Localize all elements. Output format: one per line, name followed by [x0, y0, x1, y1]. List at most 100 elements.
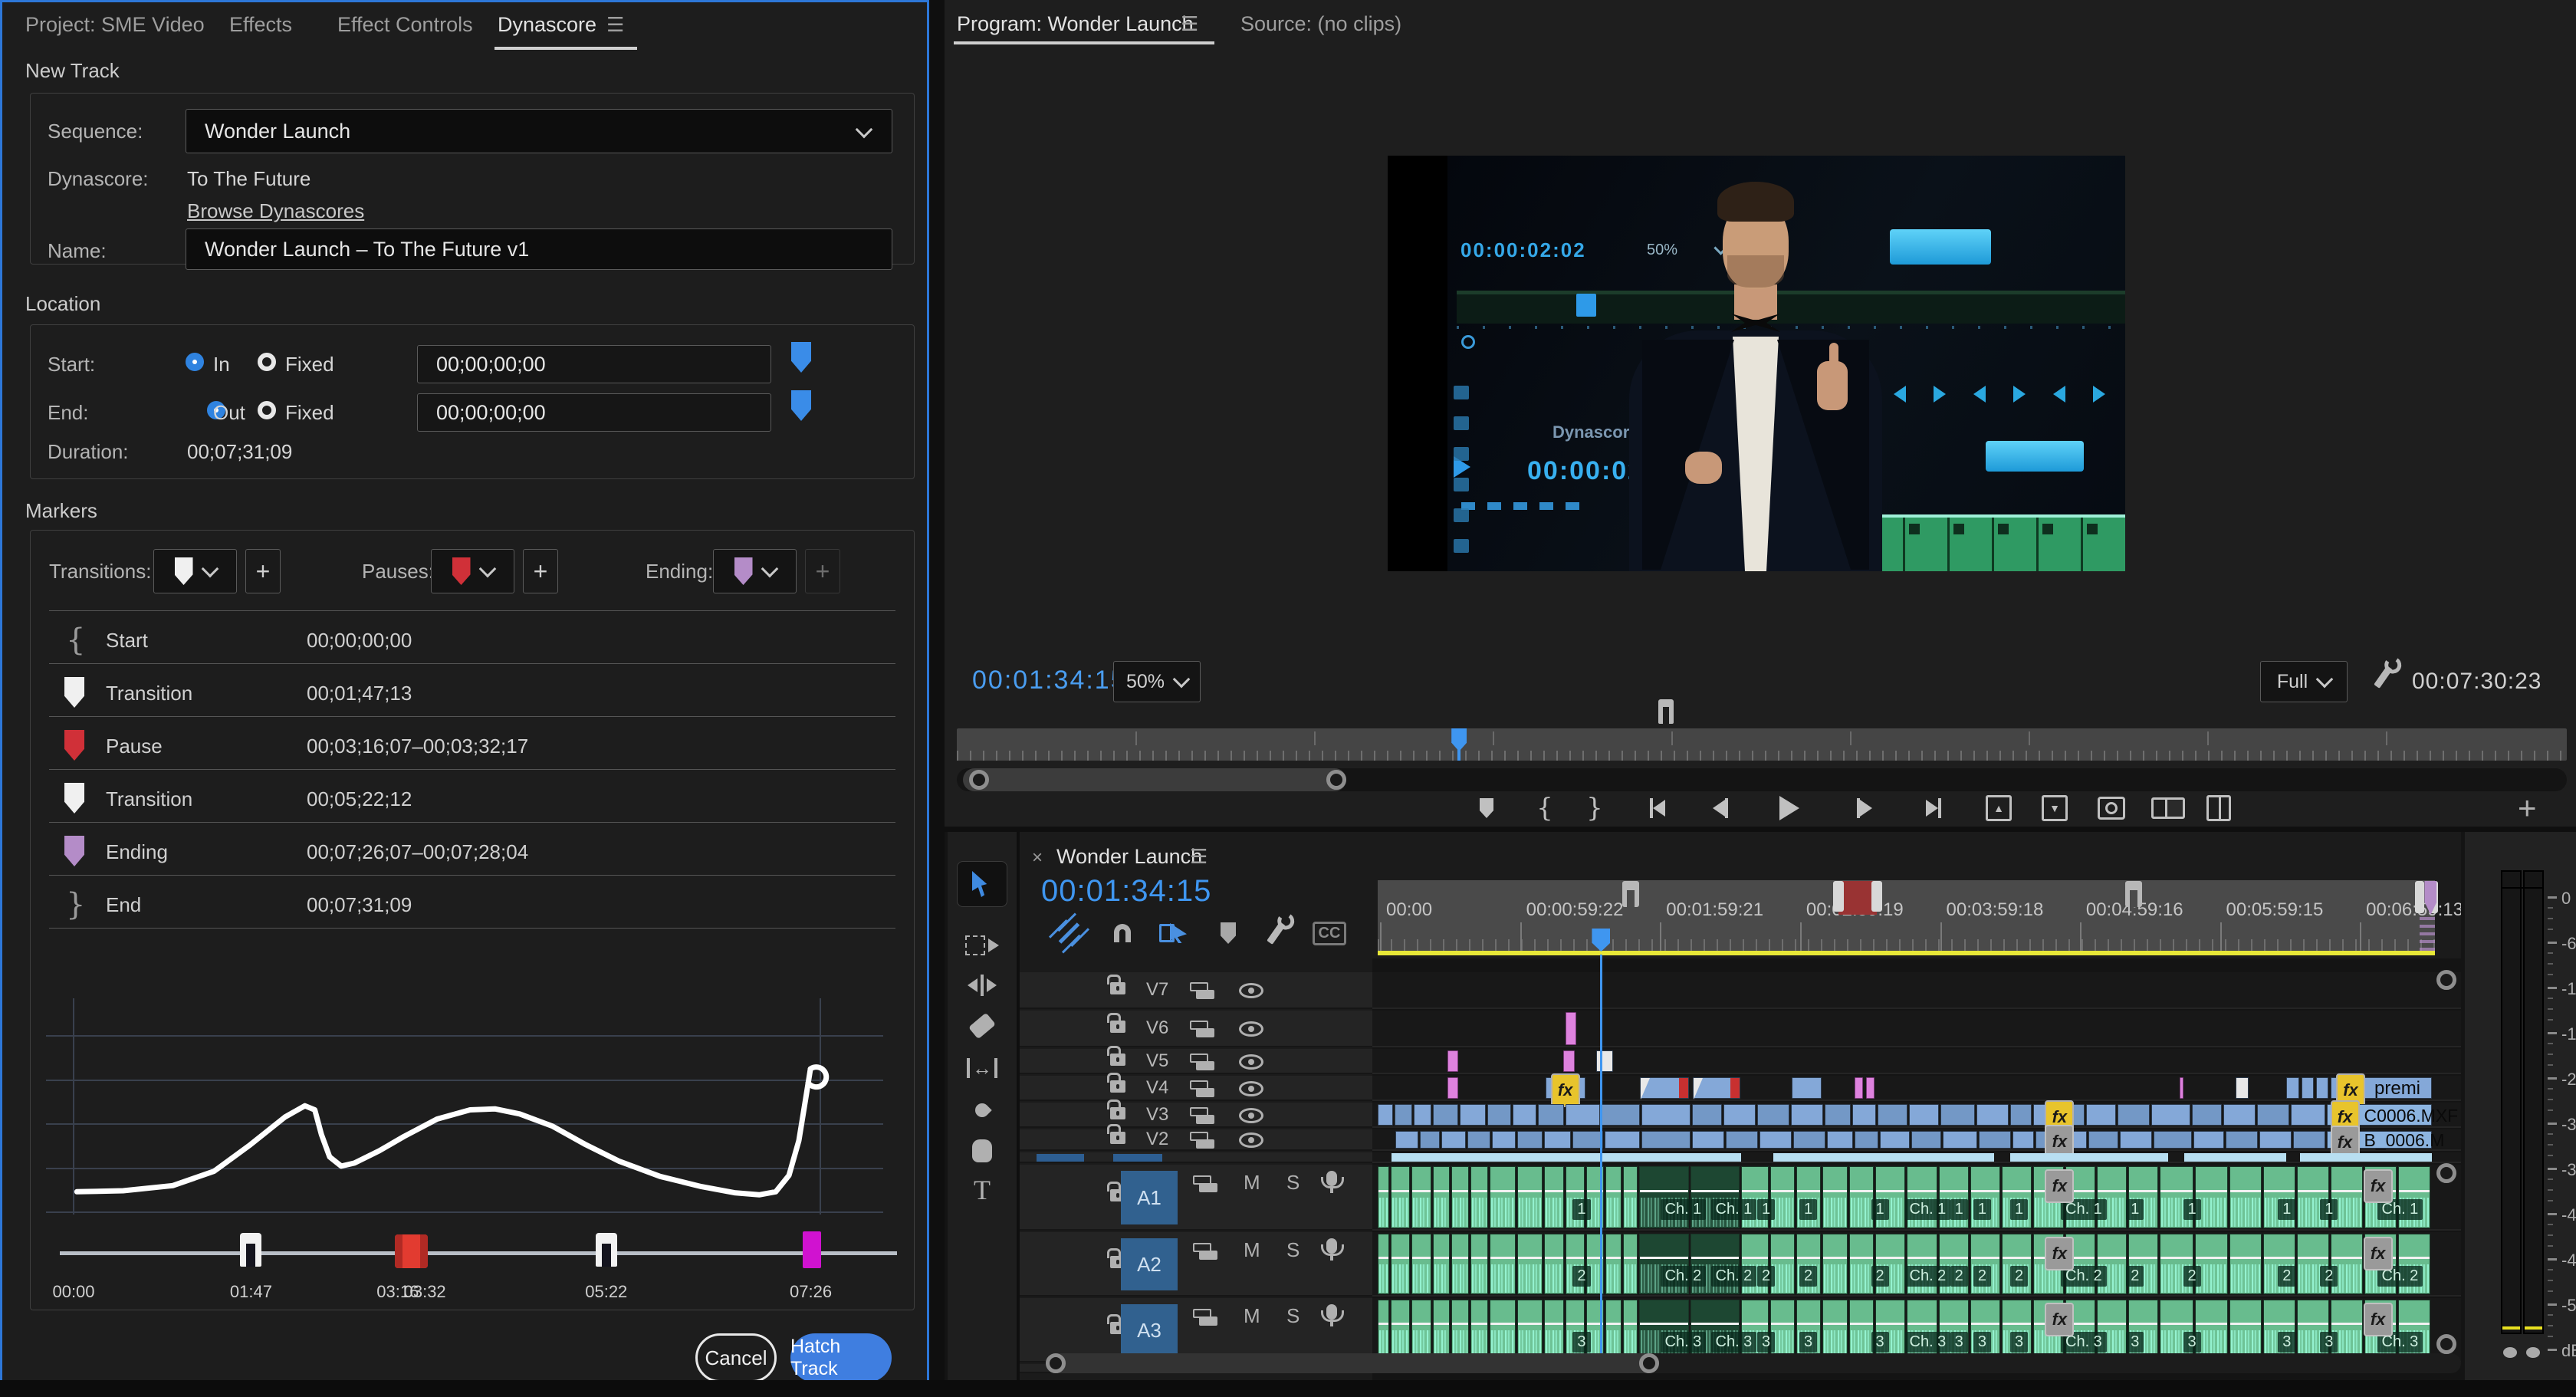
- track-header-V1[interactable]: [1020, 1152, 1372, 1163]
- collapsed-track-clip[interactable]: [2010, 1153, 2168, 1162]
- clip-gain-line[interactable]: [1971, 1190, 1999, 1192]
- video-clip[interactable]: [2088, 1131, 2118, 1149]
- clip-gain-line[interactable]: [1471, 1323, 1487, 1325]
- clip-gain-line[interactable]: [1518, 1323, 1543, 1325]
- mic-icon[interactable]: [1326, 1238, 1337, 1254]
- track-select-A2[interactable]: A2: [1121, 1238, 1178, 1290]
- audio-clip[interactable]: [2229, 1166, 2262, 1228]
- clip-gain-line[interactable]: [2098, 1257, 2126, 1259]
- start-in-radio[interactable]: [186, 353, 204, 371]
- track-header-V5[interactable]: V5: [1020, 1049, 1372, 1074]
- tab-effect-controls[interactable]: Effect Controls: [337, 13, 473, 37]
- collapsed-track-clip[interactable]: [1392, 1153, 1742, 1162]
- audio-clip[interactable]: [2229, 1234, 2262, 1294]
- clip-gain-line[interactable]: [1797, 1257, 1820, 1259]
- vertical-scrollbar-handle[interactable]: [2436, 1163, 2456, 1183]
- add-pause-button[interactable]: +: [523, 549, 558, 593]
- video-clip[interactable]: [2259, 1131, 2292, 1149]
- clip-gain-line[interactable]: [2129, 1323, 2157, 1325]
- audio-clip[interactable]: [1849, 1300, 1874, 1360]
- audio-clip[interactable]: [1605, 1234, 1622, 1294]
- eye-icon[interactable]: [1239, 1108, 1263, 1123]
- clip-gain-line[interactable]: [2230, 1190, 2261, 1192]
- collapsed-track-clip[interactable]: [2300, 1153, 2432, 1162]
- video-clip[interactable]: [1692, 1104, 1722, 1126]
- marker-row-pause[interactable]: Pause00;03;16;07–00;03;32;17: [31, 727, 914, 768]
- timeline-tab[interactable]: Wonder Launch: [1056, 845, 1202, 869]
- scrollbar-handle-left[interactable]: [1046, 1353, 1066, 1373]
- clip-gain-line[interactable]: [2129, 1190, 2157, 1192]
- pauses-dropdown[interactable]: [431, 549, 514, 593]
- clip-gain-line[interactable]: [1771, 1257, 1794, 1259]
- clip-gain-line[interactable]: [1691, 1190, 1740, 1192]
- fx-badge[interactable]: fx: [2045, 1169, 2074, 1203]
- clip-gain-line[interactable]: [1378, 1190, 1388, 1192]
- video-clip[interactable]: [1395, 1104, 1412, 1126]
- video-clip[interactable]: [1855, 1131, 1878, 1149]
- track-header-V2[interactable]: V2: [1020, 1129, 1372, 1151]
- clip-gain-line[interactable]: [1566, 1257, 1585, 1259]
- video-clip[interactable]: [1880, 1131, 1910, 1149]
- sequence-transition-marker[interactable]: [2125, 881, 2142, 907]
- ending-dropdown[interactable]: [713, 549, 797, 593]
- track-header-V7[interactable]: V7: [1020, 972, 1372, 1009]
- audio-clip[interactable]: [1849, 1234, 1874, 1294]
- fx-badge[interactable]: fx: [2364, 1237, 2393, 1270]
- end-fixed-radio[interactable]: [258, 401, 276, 419]
- start-timecode-field[interactable]: 00;00;00;00: [417, 345, 771, 383]
- clip-gain-line[interactable]: [2331, 1323, 2362, 1325]
- audio-clip[interactable]: [1517, 1300, 1543, 1360]
- clip-gain-line[interactable]: [1640, 1257, 1688, 1259]
- clip-gain-line[interactable]: [1940, 1257, 1968, 1259]
- video-clip[interactable]: [2223, 1104, 2256, 1126]
- clip-gain-line[interactable]: [1742, 1323, 1767, 1325]
- video-clip[interactable]: [1866, 1077, 1875, 1099]
- clip-gain-line[interactable]: [1850, 1323, 1873, 1325]
- track-target-icon[interactable]: [1190, 982, 1213, 999]
- transport-go-to-in-icon[interactable]: [1641, 791, 1674, 825]
- tab-program[interactable]: Program: Wonder Launch: [957, 12, 1194, 36]
- audio-clip[interactable]: [1451, 1166, 1469, 1228]
- panel-menu-icon[interactable]: ☰: [606, 13, 624, 37]
- clip-gain-line[interactable]: [2003, 1190, 2031, 1192]
- clip-gain-line[interactable]: [1490, 1323, 1515, 1325]
- clip-gain-line[interactable]: [1624, 1257, 1637, 1259]
- graph-ending-marker[interactable]: [803, 1231, 821, 1268]
- track-lane-V5[interactable]: [1372, 1049, 2461, 1074]
- clip-gain-line[interactable]: [2331, 1257, 2362, 1259]
- video-clip[interactable]: [2120, 1131, 2152, 1149]
- video-clip[interactable]: [1911, 1131, 1941, 1149]
- clip-gain-line[interactable]: [1907, 1323, 1936, 1325]
- hand-tool[interactable]: [948, 1134, 1017, 1168]
- fx-badge[interactable]: fx: [2045, 1237, 2074, 1270]
- audio-clip[interactable]: [1451, 1234, 1469, 1294]
- video-clip[interactable]: [1723, 1104, 1756, 1126]
- clip-gain-line[interactable]: [1606, 1190, 1621, 1192]
- video-clip[interactable]: [2293, 1131, 2325, 1149]
- transport-play-icon[interactable]: [1773, 791, 1806, 825]
- track-header-V3[interactable]: V3: [1020, 1103, 1372, 1128]
- clip-gain-line[interactable]: [1907, 1190, 1936, 1192]
- clip-gain-line[interactable]: [2298, 1257, 2328, 1259]
- clip-gain-line[interactable]: [1566, 1323, 1585, 1325]
- video-clip[interactable]: fx: [1546, 1077, 1585, 1099]
- playback-resolution-dropdown[interactable]: Full: [2260, 661, 2348, 702]
- video-clip[interactable]: [2118, 1104, 2150, 1126]
- clip-gain-line[interactable]: [1691, 1323, 1740, 1325]
- marker-row-transition[interactable]: Transition00;01;47;13: [31, 674, 914, 715]
- video-clip[interactable]: [1563, 1050, 1575, 1072]
- track-header-V6[interactable]: V6: [1020, 1011, 1372, 1047]
- eye-icon[interactable]: [1239, 1021, 1263, 1037]
- transport-marker-icon[interactable]: [1470, 791, 1503, 825]
- clip-gain-line[interactable]: [2298, 1190, 2328, 1192]
- video-clip[interactable]: [2013, 1131, 2034, 1149]
- graph-transition-marker[interactable]: [240, 1233, 261, 1267]
- video-clip[interactable]: [1433, 1104, 1459, 1126]
- clip-gain-line[interactable]: [1940, 1323, 1968, 1325]
- fx-badge[interactable]: fx: [2364, 1303, 2393, 1336]
- clip-gain-line[interactable]: [2298, 1323, 2328, 1325]
- audio-clip[interactable]: [1623, 1166, 1638, 1228]
- video-clip[interactable]: [1441, 1131, 1466, 1149]
- clip-gain-line[interactable]: [2160, 1323, 2192, 1325]
- audio-clip[interactable]: [1391, 1166, 1411, 1228]
